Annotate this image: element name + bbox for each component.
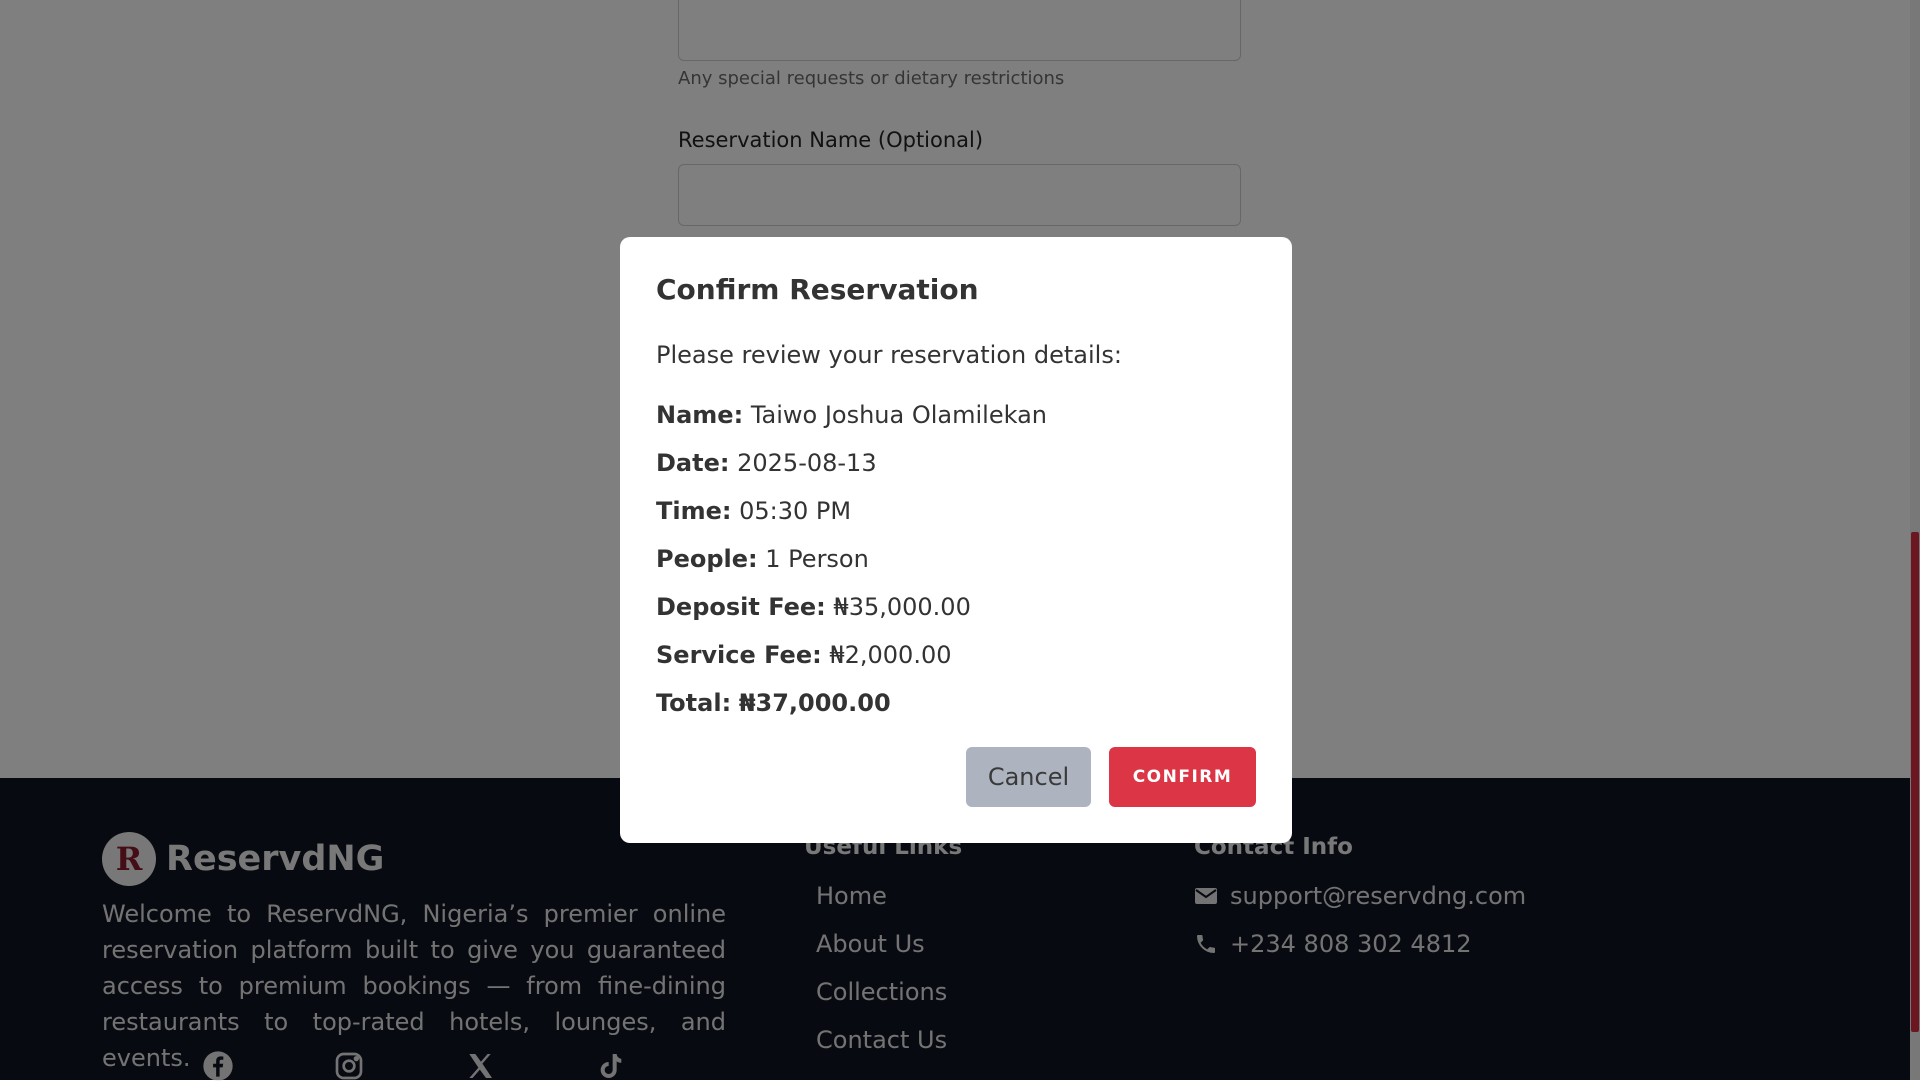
modal-title: Confirm Reservation bbox=[656, 273, 979, 306]
detail-deposit-fee: Deposit Fee: ₦35,000.00 bbox=[656, 593, 971, 621]
detail-service-fee: Service Fee: ₦2,000.00 bbox=[656, 641, 952, 669]
detail-total: Total: ₦37,000.00 bbox=[656, 689, 891, 717]
detail-people: People: 1 Person bbox=[656, 545, 869, 573]
confirm-reservation-modal: Confirm Reservation Please review your r… bbox=[620, 237, 1292, 843]
detail-time: Time: 05:30 PM bbox=[656, 497, 852, 525]
confirm-button[interactable]: CONFIRM bbox=[1109, 747, 1256, 807]
modal-subtitle: Please review your reservation details: bbox=[656, 341, 1122, 369]
detail-name: Name: Taiwo Joshua Olamilekan bbox=[656, 401, 1047, 429]
cancel-button[interactable]: Cancel bbox=[966, 747, 1091, 807]
detail-date: Date: 2025-08-13 bbox=[656, 449, 877, 477]
